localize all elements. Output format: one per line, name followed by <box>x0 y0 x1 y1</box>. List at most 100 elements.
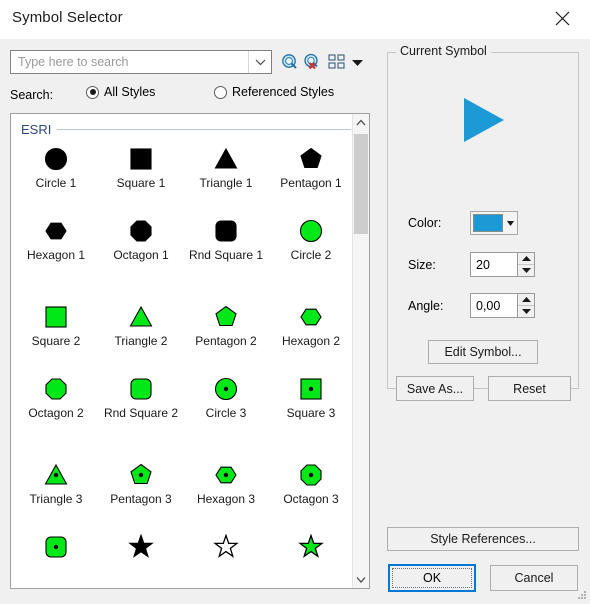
symbol-item[interactable]: Triangle 3 <box>16 458 96 530</box>
symbol-item[interactable]: Triangle 1 <box>186 142 266 214</box>
square-symbol-icon <box>300 378 322 400</box>
square-symbol-icon <box>45 306 67 328</box>
size-decrement-button[interactable] <box>518 265 534 276</box>
search-combobox[interactable]: Type here to search <box>10 50 272 74</box>
symbol-art <box>213 214 239 248</box>
ok-button[interactable]: OK <box>388 564 476 592</box>
spinner-down-icon <box>521 309 531 314</box>
symbol-item[interactable] <box>16 530 96 588</box>
symbol-item[interactable]: Triangle 2 <box>101 300 181 372</box>
view-mode-dropdown-button[interactable] <box>350 52 364 72</box>
scrollbar-thumb[interactable] <box>354 134 368 234</box>
symbol-item[interactable]: Rnd Square 1 <box>186 214 266 300</box>
symbol-item[interactable]: Hexagon 2 <box>271 300 351 372</box>
current-symbol-group-title: Current Symbol <box>396 44 491 58</box>
size-stepper[interactable] <box>518 252 535 277</box>
size-input[interactable]: 20 <box>470 252 518 277</box>
scroll-down-button[interactable] <box>353 571 369 588</box>
symbol-item-label: Square 3 <box>286 406 336 420</box>
color-picker-button[interactable] <box>470 211 518 235</box>
symbol-item-label: Triangle 3 <box>29 492 83 506</box>
rndsquare-symbol-icon <box>130 378 152 400</box>
pentagon-symbol-icon <box>130 463 152 485</box>
color-dropdown-arrow[interactable] <box>503 220 517 226</box>
symbol-art <box>128 214 154 248</box>
edit-symbol-button[interactable]: Edit Symbol... <box>428 340 538 364</box>
symbol-art <box>128 372 154 406</box>
symbol-item-label: Pentagon 2 <box>195 334 257 348</box>
symbol-item[interactable]: Pentagon 2 <box>186 300 266 372</box>
symbol-item[interactable]: Circle 3 <box>186 372 266 458</box>
symbol-item[interactable] <box>186 530 266 588</box>
angle-field-row: Angle: 0,00 <box>408 293 535 318</box>
search-input[interactable]: Type here to search <box>18 55 128 69</box>
symbol-item-label: Triangle 1 <box>199 176 253 190</box>
symbol-list-scrollbar[interactable] <box>352 114 369 588</box>
symbol-item-label: Rnd Square 1 <box>188 248 264 262</box>
symbol-item[interactable]: Hexagon 3 <box>186 458 266 530</box>
symbol-item[interactable]: Circle 1 <box>16 142 96 214</box>
radio-all-styles[interactable]: All Styles <box>86 85 155 99</box>
title-bar: Symbol Selector <box>0 0 590 39</box>
dropdown-arrow-icon <box>351 59 363 66</box>
symbol-item-label: Triangle 2 <box>114 334 168 348</box>
symbol-art <box>298 300 324 334</box>
cancel-button[interactable]: Cancel <box>490 565 578 591</box>
symbol-art <box>298 142 324 176</box>
search-combo-arrow[interactable] <box>248 51 271 73</box>
scroll-up-button[interactable] <box>353 114 369 131</box>
ok-button-label: OK <box>392 568 472 588</box>
symbol-art <box>213 372 239 406</box>
symbol-item[interactable] <box>271 530 351 588</box>
view-mode-button[interactable] <box>327 52 347 72</box>
search-button[interactable] <box>280 52 300 72</box>
color-swatch <box>473 214 503 232</box>
color-label: Color: <box>408 216 442 230</box>
reset-button[interactable]: Reset <box>488 376 571 401</box>
symbol-item[interactable]: Hexagon 1 <box>16 214 96 300</box>
symbol-item[interactable]: Rnd Square 2 <box>101 372 181 458</box>
pentagon-symbol-icon <box>215 305 237 327</box>
symbol-item[interactable]: Octagon 1 <box>101 214 181 300</box>
angle-decrement-button[interactable] <box>518 306 534 317</box>
symbol-art <box>213 530 239 564</box>
symbol-item[interactable]: Circle 2 <box>271 214 351 300</box>
symbol-art <box>213 300 239 334</box>
spinner-down-icon <box>521 268 531 273</box>
save-as-button[interactable]: Save As... <box>396 376 474 401</box>
symbol-item[interactable]: Pentagon 1 <box>271 142 351 214</box>
hexagon-symbol-icon <box>45 222 67 240</box>
resize-grip-icon[interactable] <box>575 589 587 601</box>
radio-referenced-styles[interactable]: Referenced Styles <box>214 85 334 99</box>
symbol-item-label: Circle 3 <box>205 406 247 420</box>
spinner-up-icon <box>521 297 531 302</box>
symbol-row: Octagon 2 Rnd Square 2 Circle 3 Square 3 <box>11 372 353 458</box>
symbol-row: Hexagon 1 Octagon 1 Rnd Square 1 Circle 2 <box>11 214 353 300</box>
symbol-item[interactable]: Square 1 <box>101 142 181 214</box>
symbol-art <box>213 142 239 176</box>
symbol-art <box>43 372 69 406</box>
angle-input[interactable]: 0,00 <box>470 293 518 318</box>
pentagon-symbol-icon <box>300 147 322 169</box>
category-rule <box>57 128 351 130</box>
spinner-up-icon <box>521 256 531 261</box>
triangle-symbol-icon <box>214 147 238 169</box>
style-references-button[interactable]: Style References... <box>387 527 579 551</box>
star-symbol-icon <box>128 534 154 558</box>
symbol-item[interactable]: Octagon 3 <box>271 458 351 530</box>
symbol-item[interactable] <box>101 530 181 588</box>
size-increment-button[interactable] <box>518 253 534 265</box>
symbol-row: Square 2 Triangle 2 Pentagon 2 Hexagon 2 <box>11 300 353 372</box>
symbol-item[interactable]: Square 3 <box>271 372 351 458</box>
rndsquare-symbol-icon <box>45 536 67 558</box>
close-icon <box>555 11 569 25</box>
angle-increment-button[interactable] <box>518 294 534 306</box>
symbol-item[interactable]: Octagon 2 <box>16 372 96 458</box>
symbol-item[interactable]: Square 2 <box>16 300 96 372</box>
close-button[interactable] <box>540 2 584 34</box>
symbol-selector-dialog: Symbol Selector Type here to search Sear… <box>0 0 590 604</box>
clear-search-button[interactable] <box>302 52 322 72</box>
star-symbol-icon <box>213 534 239 558</box>
symbol-item[interactable]: Pentagon 3 <box>101 458 181 530</box>
angle-stepper[interactable] <box>518 293 535 318</box>
